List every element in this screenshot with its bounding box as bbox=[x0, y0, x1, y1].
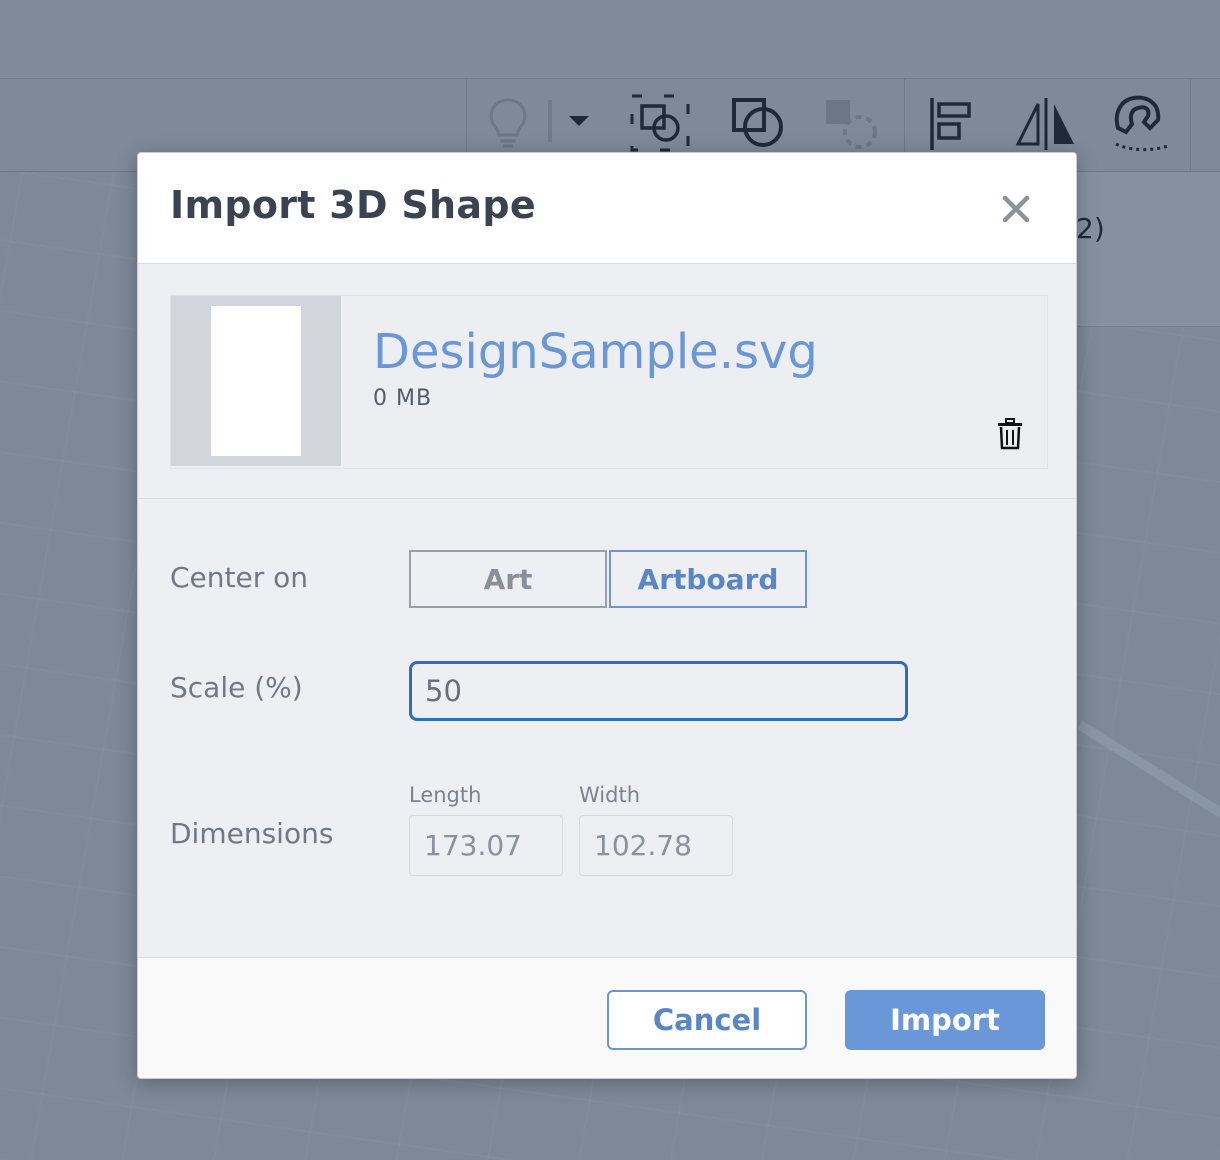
hole-shapes-icon[interactable] bbox=[822, 96, 880, 150]
file-card: DesignSample.svg 0 MB bbox=[170, 295, 1048, 469]
file-name: DesignSample.svg bbox=[373, 324, 818, 380]
toolbar-separator bbox=[1190, 79, 1191, 171]
scale-input[interactable] bbox=[409, 661, 908, 721]
width-field[interactable]: 102.78 bbox=[579, 815, 733, 876]
align-icon[interactable] bbox=[928, 96, 974, 152]
shape-panel-text: 2) bbox=[1076, 212, 1105, 245]
close-icon[interactable] bbox=[996, 189, 1036, 229]
thumbnail-page bbox=[211, 306, 301, 456]
center-on-art-option[interactable]: Art bbox=[409, 550, 607, 608]
magnet-icon[interactable] bbox=[1110, 94, 1172, 154]
app-top-bar bbox=[0, 0, 1220, 79]
scale-label: Scale (%) bbox=[170, 671, 303, 704]
shape-panel bbox=[1076, 172, 1220, 327]
import-button[interactable]: Import bbox=[845, 990, 1045, 1050]
section-divider bbox=[138, 498, 1076, 499]
length-label: Length bbox=[409, 783, 482, 807]
dialog-title: Import 3D Shape bbox=[170, 183, 536, 227]
group-shapes-icon[interactable] bbox=[630, 94, 690, 152]
dimensions-label: Dimensions bbox=[170, 817, 334, 850]
center-on-artboard-option[interactable]: Artboard bbox=[609, 550, 807, 608]
toolbar-divider bbox=[548, 100, 552, 142]
lightbulb-icon[interactable] bbox=[484, 96, 532, 150]
cancel-button[interactable]: Cancel bbox=[607, 990, 807, 1050]
file-size: 0 MB bbox=[373, 386, 433, 411]
width-label: Width bbox=[579, 783, 641, 807]
length-field[interactable]: 173.07 bbox=[409, 815, 563, 876]
dialog-footer: Cancel Import bbox=[138, 957, 1076, 1078]
file-thumbnail bbox=[171, 296, 341, 466]
center-on-label: Center on bbox=[170, 561, 309, 594]
ungroup-shapes-icon[interactable] bbox=[730, 96, 786, 150]
dialog-header: Import 3D Shape bbox=[138, 153, 1076, 264]
dropdown-arrow-icon[interactable] bbox=[566, 112, 592, 130]
import-dialog: Import 3D Shape DesignSample.svg 0 MB Ce… bbox=[137, 152, 1077, 1079]
mirror-icon[interactable] bbox=[1014, 96, 1078, 152]
trash-icon[interactable] bbox=[997, 418, 1023, 450]
